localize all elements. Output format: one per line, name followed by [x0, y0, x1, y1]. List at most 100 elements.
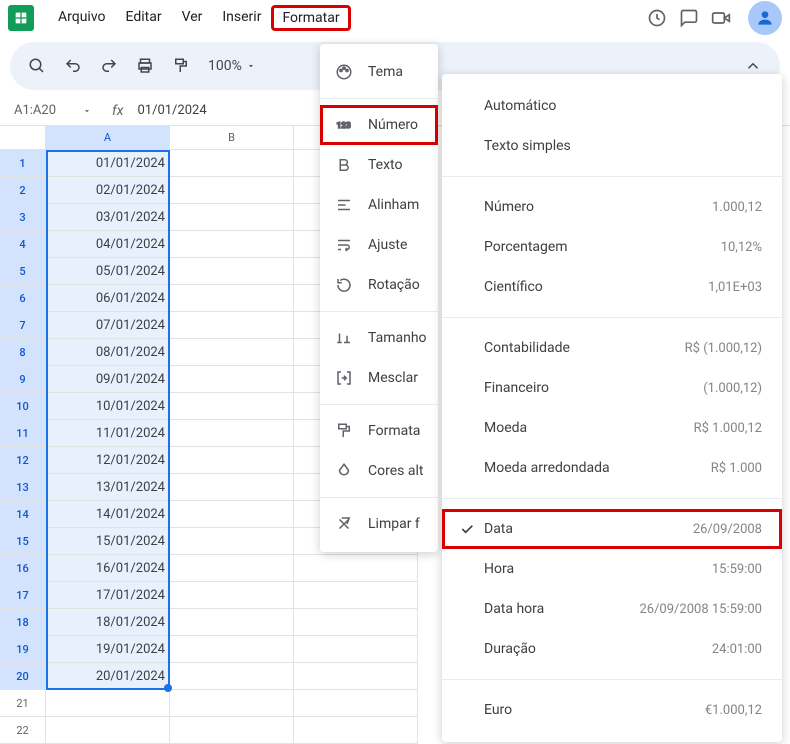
number-format-científico[interactable]: Científico1,01E+03 — [442, 267, 782, 307]
zoom-select[interactable]: 100% — [202, 58, 262, 74]
cell[interactable] — [294, 663, 418, 690]
cell[interactable] — [170, 582, 294, 609]
format-menu-texto[interactable]: Texto — [320, 145, 438, 185]
cell[interactable] — [294, 609, 418, 636]
cell[interactable]: 10/01/2024 — [46, 393, 170, 420]
cell[interactable] — [170, 312, 294, 339]
number-format-automático[interactable]: Automático — [442, 86, 782, 126]
search-icon[interactable] — [22, 51, 52, 81]
row-header[interactable]: 19 — [0, 636, 46, 663]
redo-icon[interactable] — [94, 51, 124, 81]
row-header[interactable]: 7 — [0, 312, 46, 339]
cell[interactable]: 05/01/2024 — [46, 258, 170, 285]
row-header[interactable]: 18 — [0, 609, 46, 636]
row-header[interactable]: 13 — [0, 474, 46, 501]
cell[interactable] — [170, 501, 294, 528]
cell[interactable] — [170, 366, 294, 393]
menu-editar[interactable]: Editar — [116, 5, 172, 31]
number-format-moeda[interactable]: MoedaR$ 1.000,12 — [442, 408, 782, 448]
row-header[interactable]: 10 — [0, 393, 46, 420]
cell[interactable] — [294, 555, 418, 582]
menu-inserir[interactable]: Inserir — [212, 5, 271, 31]
row-header[interactable]: 9 — [0, 366, 46, 393]
cell[interactable] — [170, 717, 294, 744]
format-menu-tamanho[interactable]: Tamanho — [320, 318, 438, 358]
number-format-moeda-arredondada[interactable]: Moeda arredondadaR$ 1.000 — [442, 448, 782, 488]
cell[interactable] — [170, 150, 294, 177]
cell[interactable]: 07/01/2024 — [46, 312, 170, 339]
cell[interactable] — [46, 717, 170, 744]
cell[interactable]: 06/01/2024 — [46, 285, 170, 312]
row-header[interactable]: 8 — [0, 339, 46, 366]
cell[interactable] — [170, 555, 294, 582]
cell[interactable] — [170, 204, 294, 231]
row-header[interactable]: 3 — [0, 204, 46, 231]
cell[interactable] — [170, 393, 294, 420]
meet-icon[interactable] — [706, 3, 736, 33]
cell[interactable] — [170, 177, 294, 204]
cell[interactable] — [170, 636, 294, 663]
row-header[interactable]: 12 — [0, 447, 46, 474]
cell[interactable] — [170, 663, 294, 690]
number-format-financeiro[interactable]: Financeiro(1.000,12) — [442, 368, 782, 408]
number-format-número[interactable]: Número1.000,12 — [442, 187, 782, 227]
cell[interactable] — [170, 285, 294, 312]
format-menu-formata[interactable]: Formata — [320, 411, 438, 451]
row-header[interactable]: 21 — [0, 690, 46, 717]
cell[interactable]: 09/01/2024 — [46, 366, 170, 393]
cell[interactable] — [170, 528, 294, 555]
row-header[interactable]: 5 — [0, 258, 46, 285]
cell[interactable]: 01/01/2024 — [46, 150, 170, 177]
cell[interactable]: 12/01/2024 — [46, 447, 170, 474]
cell[interactable]: 17/01/2024 — [46, 582, 170, 609]
number-format-data[interactable]: Data26/09/2008 — [442, 509, 782, 549]
history-icon[interactable] — [642, 3, 672, 33]
comment-icon[interactable] — [674, 3, 704, 33]
number-format-duração[interactable]: Duração24:01:00 — [442, 629, 782, 669]
row-header[interactable]: 14 — [0, 501, 46, 528]
paint-format-icon[interactable] — [166, 51, 196, 81]
row-header[interactable]: 17 — [0, 582, 46, 609]
cell[interactable]: 11/01/2024 — [46, 420, 170, 447]
row-header[interactable]: 20 — [0, 663, 46, 690]
cell[interactable] — [46, 690, 170, 717]
number-format-data-hora[interactable]: Data hora26/09/2008 15:59:00 — [442, 589, 782, 629]
format-menu-alinham[interactable]: Alinham — [320, 185, 438, 225]
cell[interactable] — [170, 474, 294, 501]
column-header-a[interactable]: A — [46, 126, 170, 150]
menu-formatar[interactable]: Formatar — [271, 5, 350, 31]
cell[interactable] — [294, 717, 418, 744]
cell[interactable]: 20/01/2024 — [46, 663, 170, 690]
cell[interactable]: 04/01/2024 — [46, 231, 170, 258]
cell[interactable]: 14/01/2024 — [46, 501, 170, 528]
row-header[interactable]: 1 — [0, 150, 46, 177]
menu-arquivo[interactable]: Arquivo — [48, 5, 116, 31]
format-menu-cores-alt[interactable]: Cores alt — [320, 451, 438, 491]
number-format-contabilidade[interactable]: ContabilidadeR$ (1.000,12) — [442, 328, 782, 368]
cell[interactable] — [170, 447, 294, 474]
cell[interactable] — [170, 339, 294, 366]
cell[interactable]: 08/01/2024 — [46, 339, 170, 366]
row-header[interactable]: 16 — [0, 555, 46, 582]
cell[interactable] — [294, 582, 418, 609]
undo-icon[interactable] — [58, 51, 88, 81]
name-box[interactable]: A1:A20 — [8, 103, 98, 118]
row-header[interactable]: 6 — [0, 285, 46, 312]
number-format-texto-simples[interactable]: Texto simples — [442, 126, 782, 166]
cell[interactable] — [294, 690, 418, 717]
cell[interactable]: 03/01/2024 — [46, 204, 170, 231]
number-format-porcentagem[interactable]: Porcentagem10,12% — [442, 227, 782, 267]
cell[interactable]: 19/01/2024 — [46, 636, 170, 663]
column-header-b[interactable]: B — [170, 126, 294, 150]
format-menu-mesclar[interactable]: Mesclar — [320, 358, 438, 398]
cell[interactable]: 02/01/2024 — [46, 177, 170, 204]
cell[interactable] — [170, 231, 294, 258]
row-header[interactable]: 15 — [0, 528, 46, 555]
cell[interactable]: 16/01/2024 — [46, 555, 170, 582]
number-format-euro[interactable]: Euro€1.000,12 — [442, 690, 782, 730]
cell[interactable] — [170, 258, 294, 285]
row-header[interactable]: 11 — [0, 420, 46, 447]
cell[interactable] — [170, 690, 294, 717]
format-menu-ajuste[interactable]: Ajuste — [320, 225, 438, 265]
row-header[interactable]: 2 — [0, 177, 46, 204]
